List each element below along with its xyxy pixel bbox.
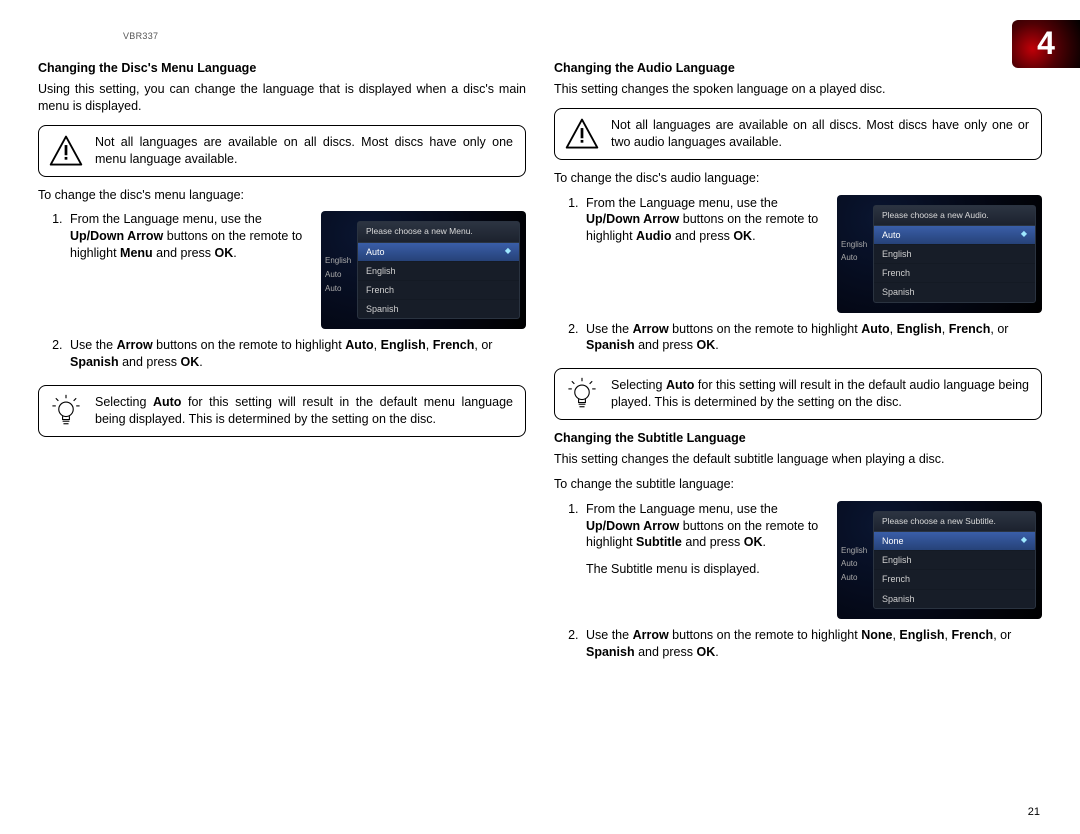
osd-screenshot-menu: English Auto Auto Please choose a new Me… xyxy=(321,211,526,329)
osd-header: Please choose a new Audio. xyxy=(874,206,1035,226)
osd-item: Spanish xyxy=(874,283,1035,301)
osd-side-labels: English Auto Auto xyxy=(325,253,351,297)
tip-callout: Selecting Auto for this setting will res… xyxy=(554,368,1042,420)
tip-callout: Selecting Auto for this setting will res… xyxy=(38,385,526,437)
osd-item: French xyxy=(358,281,519,300)
osd-screenshot-subtitle: English Auto Auto Please choose a new Su… xyxy=(837,501,1042,619)
to-change-text: To change the disc's menu language: xyxy=(38,187,526,204)
to-change-text: To change the disc's audio language: xyxy=(554,170,1042,187)
section-title-menu-language: Changing the Disc's Menu Language xyxy=(38,60,526,77)
osd-side-labels: English Auto xyxy=(841,237,867,268)
step-1: From the Language menu, use the Up/Down … xyxy=(66,211,306,262)
osd-item: French xyxy=(874,570,1035,589)
warning-callout: Not all languages are available on all d… xyxy=(554,108,1042,160)
lightbulb-icon xyxy=(49,394,83,428)
osd-item-selected: Auto xyxy=(874,226,1035,245)
warning-text: Not all languages are available on all d… xyxy=(611,117,1029,151)
right-column: Changing the Audio Language This setting… xyxy=(554,54,1042,674)
step-2: Use the Arrow buttons on the remote to h… xyxy=(66,337,526,371)
osd-item-selected: Auto xyxy=(358,243,519,262)
left-column: Changing the Disc's Menu Language Using … xyxy=(38,54,526,674)
chapter-tab: 4 xyxy=(1012,20,1080,68)
model-number: VBR337 xyxy=(123,30,1042,42)
osd-item: Spanish xyxy=(358,300,519,318)
osd-panel: Please choose a new Subtitle. None Engli… xyxy=(873,511,1036,609)
warning-icon xyxy=(565,117,599,151)
step-2: Use the Arrow buttons on the remote to h… xyxy=(582,627,1042,661)
content-columns: Changing the Disc's Menu Language Using … xyxy=(38,54,1042,674)
osd-panel: Please choose a new Menu. Auto English F… xyxy=(357,221,520,319)
step-1: From the Language menu, use the Up/Down … xyxy=(582,195,822,246)
osd-item: Spanish xyxy=(874,590,1035,608)
tip-text: Selecting Auto for this setting will res… xyxy=(95,394,513,428)
step-1: From the Language menu, use the Up/Down … xyxy=(582,501,822,579)
section-title-audio: Changing the Audio Language xyxy=(554,60,1042,77)
intro-text: This setting changes the spoken language… xyxy=(554,81,1042,98)
osd-header: Please choose a new Subtitle. xyxy=(874,512,1035,532)
to-change-text: To change the subtitle language: xyxy=(554,476,1042,493)
intro-text: Using this setting, you can change the l… xyxy=(38,81,526,115)
page-number: 21 xyxy=(1028,805,1040,820)
osd-panel: Please choose a new Audio. Auto English … xyxy=(873,205,1036,303)
intro-text: This setting changes the default subtitl… xyxy=(554,451,1042,468)
osd-side-labels: English Auto Auto xyxy=(841,543,867,587)
osd-item: English xyxy=(358,262,519,281)
osd-screenshot-audio: English Auto Please choose a new Audio. … xyxy=(837,195,1042,313)
section-title-subtitle: Changing the Subtitle Language xyxy=(554,430,1042,447)
step-2: Use the Arrow buttons on the remote to h… xyxy=(582,321,1042,355)
warning-text: Not all languages are available on all d… xyxy=(95,134,513,168)
lightbulb-icon xyxy=(565,377,599,411)
warning-callout: Not all languages are available on all d… xyxy=(38,125,526,177)
osd-item: English xyxy=(874,551,1035,570)
osd-header: Please choose a new Menu. xyxy=(358,222,519,242)
osd-item: English xyxy=(874,245,1035,264)
tip-text: Selecting Auto for this setting will res… xyxy=(611,377,1029,411)
step-1-row: From the Language menu, use the Up/Down … xyxy=(554,195,1042,313)
warning-icon xyxy=(49,134,83,168)
osd-item: French xyxy=(874,264,1035,283)
manual-page: VBR337 4 Changing the Disc's Menu Langua… xyxy=(0,0,1080,834)
osd-item-selected: None xyxy=(874,532,1035,551)
step-1-row: From the Language menu, use the Up/Down … xyxy=(38,211,526,329)
step-1-row: From the Language menu, use the Up/Down … xyxy=(554,501,1042,619)
